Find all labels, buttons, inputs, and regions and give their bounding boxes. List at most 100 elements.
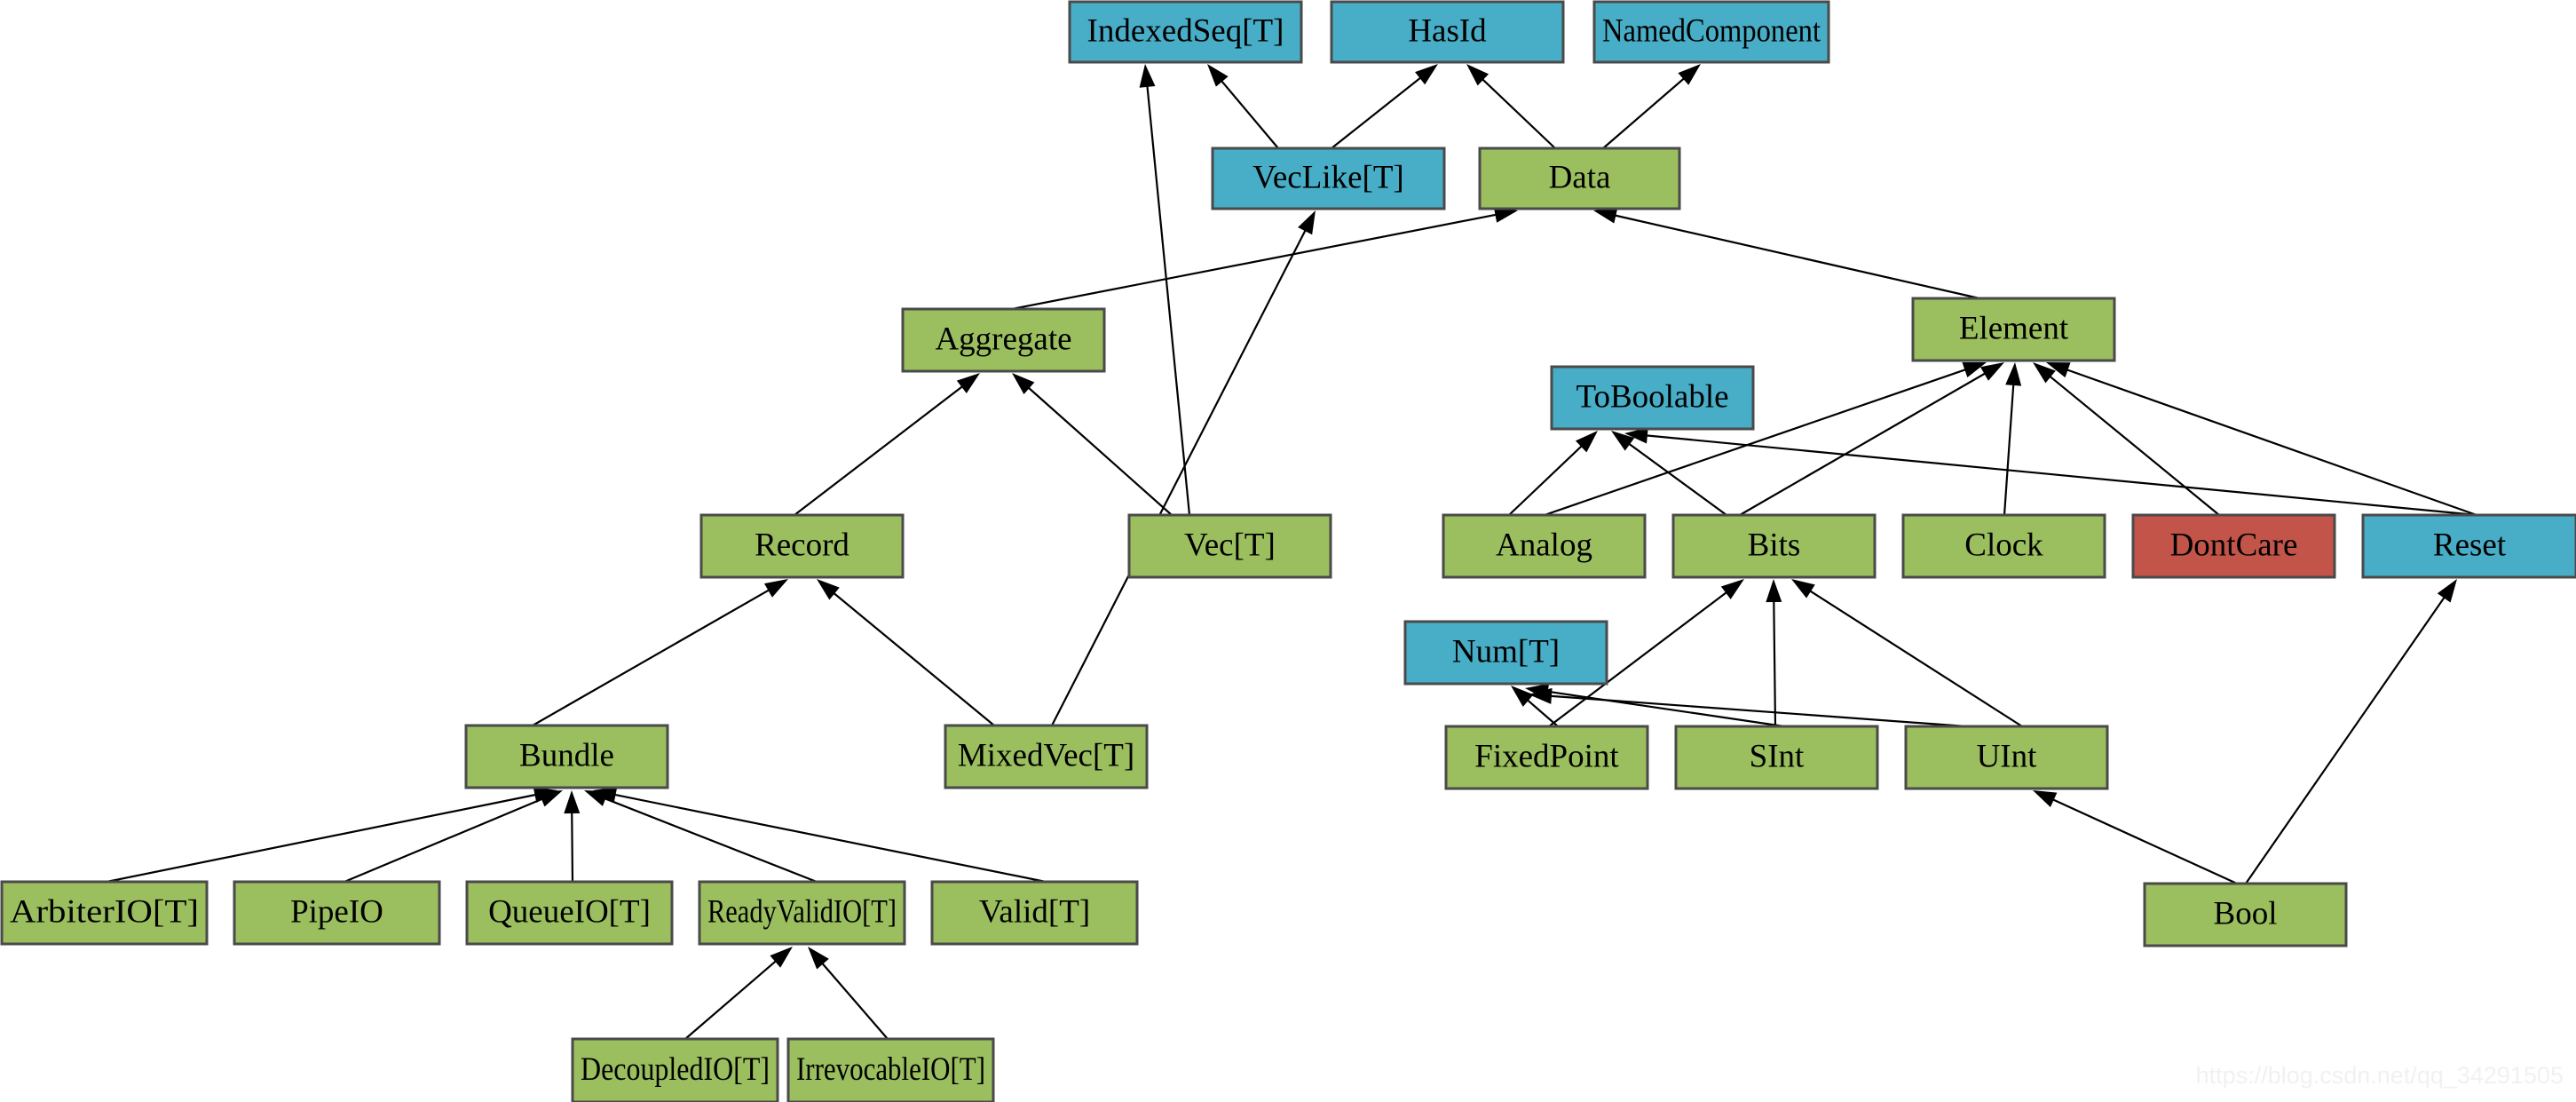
- class-node-reset[interactable]: Reset: [2361, 513, 2576, 579]
- class-node-aggregate[interactable]: Aggregate: [901, 307, 1106, 373]
- edge-line: [571, 809, 574, 883]
- class-node-mixedvec[interactable]: MixedVec[T]: [944, 724, 1149, 789]
- edge-bool-to-reset: [2245, 579, 2457, 884]
- class-node-label: Bits: [1748, 527, 1801, 563]
- class-node-label: ToBoolable: [1576, 378, 1728, 415]
- edge-arrowhead: [770, 947, 793, 968]
- class-node-label: Reset: [2433, 527, 2507, 563]
- class-node-element[interactable]: Element: [1911, 297, 2116, 362]
- class-node-valid[interactable]: Valid[T]: [930, 880, 1139, 946]
- edge-arrowhead: [1720, 579, 1744, 599]
- edge-arrowhead: [1593, 207, 1618, 224]
- class-node-irrevocableio[interactable]: IrrevocableIO[T]: [786, 1037, 995, 1102]
- edge-line: [1025, 385, 1173, 516]
- class-node-bool[interactable]: Bool: [2143, 882, 2348, 947]
- class-node-label: Vec[T]: [1184, 527, 1276, 563]
- class-node-label: Bool: [2214, 895, 2278, 932]
- edge-dontcare-to-element: [2033, 362, 2220, 516]
- edge-arrowhead: [1791, 579, 1815, 599]
- edge-valid-to-bundle: [593, 787, 1047, 884]
- edge-line: [344, 797, 546, 884]
- edge-line: [532, 587, 772, 726]
- edge-line: [684, 958, 779, 1040]
- class-node-decoupledio[interactable]: DecoupledIO[T]: [571, 1037, 779, 1102]
- class-node-label: ArbiterIO[T]: [10, 893, 199, 930]
- class-node-analog[interactable]: Analog: [1442, 513, 1647, 579]
- edge-data-to-namedcomponent: [1602, 64, 1701, 149]
- class-node-hasid[interactable]: HasId: [1330, 0, 1565, 64]
- class-node-label: ReadyValidIO[T]: [707, 893, 897, 930]
- edge-bool-to-uint: [2033, 790, 2238, 885]
- class-node-record[interactable]: Record: [699, 513, 905, 579]
- edge-bits-to-element: [1739, 362, 2004, 516]
- edge-reset-to-toboolable: [1624, 427, 2477, 517]
- edge-line: [1547, 694, 2016, 732]
- class-node-bits[interactable]: Bits: [1671, 513, 1877, 579]
- class-node-label: Data: [1549, 159, 1611, 195]
- edge-line: [1806, 588, 2023, 727]
- class-node-label: FixedPoint: [1474, 738, 1619, 774]
- edge-irrevocableio-to-readyvalidio: [808, 947, 889, 1040]
- edge-veclike-to-hasid: [1331, 64, 1438, 149]
- class-node-readyvalidio[interactable]: ReadyValidIO[T]: [698, 880, 906, 946]
- class-node-num[interactable]: Num[T]: [1403, 620, 1608, 686]
- edge-line: [1051, 227, 1308, 726]
- class-node-label: QueueIO[T]: [488, 893, 651, 930]
- class-node-uint[interactable]: UInt: [1904, 725, 2109, 790]
- class-node-label: IndexedSeq[T]: [1087, 12, 1284, 49]
- class-node-arbiterio[interactable]: ArbiterIO[T]: [0, 880, 209, 946]
- edge-arrowhead: [2437, 579, 2457, 603]
- edge-line: [2064, 368, 2477, 517]
- edge-line: [1480, 76, 1556, 149]
- class-node-sint[interactable]: SInt: [1674, 725, 1879, 790]
- edge-decoupledio-to-readyvalidio: [684, 947, 793, 1040]
- edge-line: [1602, 75, 1687, 149]
- edge-arrowhead: [2005, 362, 2022, 386]
- edge-arrowhead: [763, 579, 788, 598]
- edge-line: [831, 591, 995, 726]
- class-node-bundle[interactable]: Bundle: [464, 724, 669, 789]
- class-node-vec[interactable]: Vec[T]: [1127, 513, 1332, 579]
- edge-record-to-aggregate: [794, 373, 980, 516]
- edge-line: [2050, 797, 2238, 885]
- edge-readyvalidio-to-bundle: [584, 790, 818, 884]
- class-node-fixedpoint[interactable]: FixedPoint: [1444, 725, 1649, 790]
- class-node-label: Bundle: [519, 737, 614, 773]
- edge-line: [1773, 598, 1777, 727]
- class-node-veclike[interactable]: VecLike[T]: [1211, 147, 1446, 210]
- edge-mixedvec-to-record: [817, 579, 995, 726]
- edge-arrowhead: [2033, 790, 2058, 807]
- class-node-namedcomponent[interactable]: NamedComponent: [1592, 0, 1830, 64]
- class-node-data[interactable]: Data: [1478, 147, 1681, 210]
- edge-line: [612, 793, 1047, 884]
- edge-line: [2245, 594, 2447, 884]
- class-node-label: Valid[T]: [979, 893, 1090, 930]
- edge-reset-to-element: [2046, 362, 2477, 517]
- edge-vec-to-indexedseq: [1139, 64, 1191, 516]
- edge-data-to-hasid: [1466, 64, 1556, 149]
- class-node-label: NamedComponent: [1602, 12, 1821, 49]
- edge-element-to-data: [1593, 207, 1980, 300]
- edge-line: [602, 797, 818, 884]
- class-node-label: Record: [755, 527, 849, 563]
- class-node-label: VecLike[T]: [1252, 159, 1404, 195]
- edge-line: [1626, 441, 1727, 516]
- edge-line: [1739, 371, 1988, 516]
- edge-sint-to-num: [1525, 683, 1785, 728]
- edge-line: [1331, 75, 1424, 149]
- edge-arrowhead: [1979, 362, 2004, 381]
- class-node-pipeio[interactable]: PipeIO: [233, 880, 441, 946]
- class-node-queueio[interactable]: QueueIO[T]: [465, 880, 674, 946]
- class-node-dontcare[interactable]: DontCare: [2131, 513, 2336, 579]
- class-node-label: Num[T]: [1452, 633, 1560, 670]
- class-node-toboolable[interactable]: ToBoolable: [1550, 365, 1755, 431]
- edge-line: [794, 384, 966, 516]
- class-node-label: HasId: [1408, 12, 1487, 49]
- uml-class-diagram: IndexedSeq[T] HasId NamedComponent VecLike[…: [0, 0, 2576, 1102]
- class-node-indexedseq[interactable]: IndexedSeq[T]: [1068, 0, 1303, 64]
- edge-uint-to-bits: [1791, 579, 2023, 727]
- class-node-clock[interactable]: Clock: [1901, 513, 2106, 579]
- edge-line: [819, 960, 889, 1040]
- edge-arrowhead: [538, 790, 563, 807]
- class-node-label: SInt: [1750, 738, 1805, 774]
